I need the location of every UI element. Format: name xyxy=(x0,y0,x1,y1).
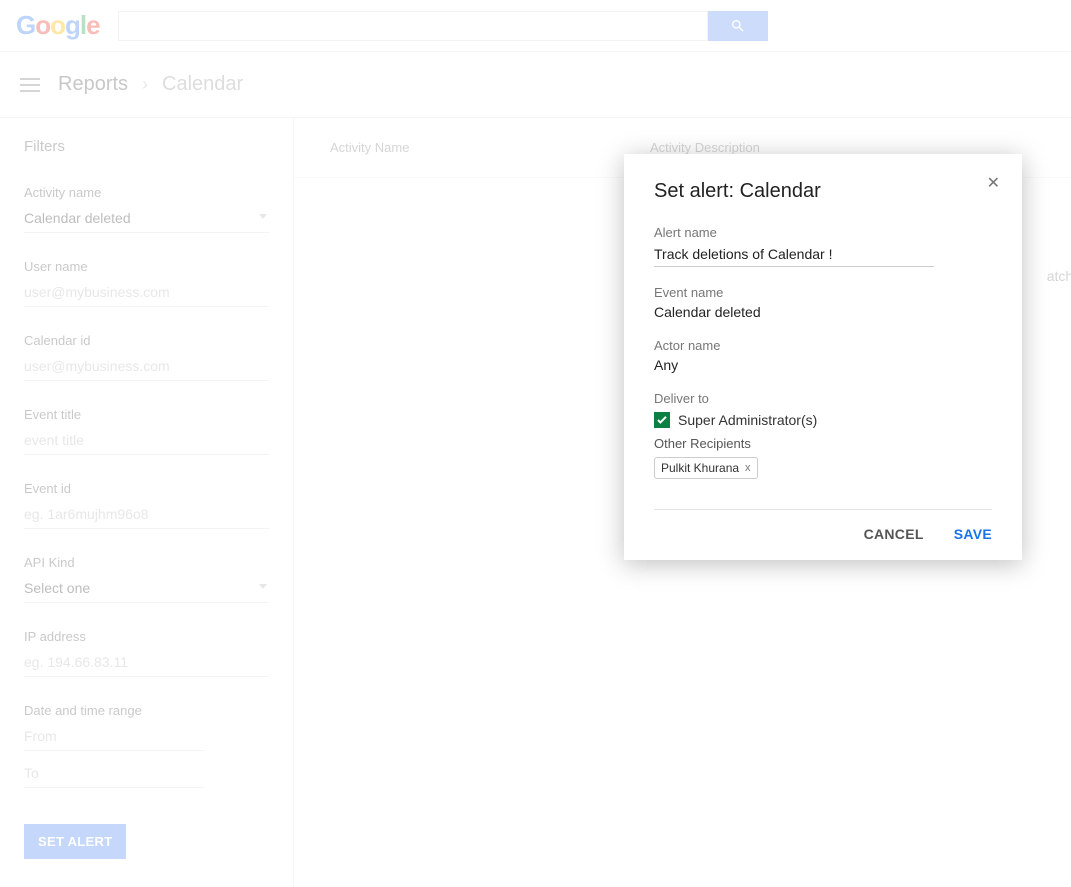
recipient-chip[interactable]: Pulkit Khurana x xyxy=(654,457,758,479)
google-logo: Google xyxy=(16,10,100,41)
event-name-field: Event name Calendar deleted xyxy=(654,285,992,320)
date-range-label: Date and time range xyxy=(24,703,269,718)
user-name-input[interactable] xyxy=(24,280,269,307)
breadcrumb-reports[interactable]: Reports xyxy=(58,73,128,96)
filter-ip: IP address xyxy=(24,629,269,677)
filter-event-title: Event title xyxy=(24,407,269,455)
cancel-button[interactable]: CANCEL xyxy=(864,526,924,542)
chip-remove-icon[interactable]: x xyxy=(745,462,751,474)
dialog-separator xyxy=(654,509,992,510)
filters-title: Filters xyxy=(24,138,269,155)
actor-name-label: Actor name xyxy=(654,338,992,353)
event-name-label: Event name xyxy=(654,285,992,300)
filter-date-range: Date and time range xyxy=(24,703,269,788)
event-title-label: Event title xyxy=(24,407,269,422)
activity-name-select[interactable] xyxy=(24,206,269,233)
calendar-id-input[interactable] xyxy=(24,354,269,381)
close-icon[interactable]: ✕ xyxy=(987,176,1000,192)
dialog-actions: CANCEL SAVE xyxy=(654,526,992,542)
filter-api-kind: API Kind xyxy=(24,555,269,603)
super-admin-checkbox[interactable] xyxy=(654,412,670,428)
filter-user-name: User name xyxy=(24,259,269,307)
breadcrumb-calendar: Calendar xyxy=(162,73,243,96)
save-button[interactable]: SAVE xyxy=(954,526,992,542)
user-name-label: User name xyxy=(24,259,269,274)
chip-text: Pulkit Khurana xyxy=(661,461,739,475)
filter-event-id: Event id xyxy=(24,481,269,529)
dialog-title: Set alert: Calendar xyxy=(654,180,992,203)
api-kind-label: API Kind xyxy=(24,555,269,570)
api-kind-select[interactable] xyxy=(24,576,269,603)
hamburger-icon[interactable] xyxy=(20,78,40,92)
alert-name-label: Alert name xyxy=(654,225,992,240)
calendar-id-label: Calendar id xyxy=(24,333,269,348)
no-results-fragment: atch t xyxy=(1047,268,1071,284)
col-activity-name: Activity Name xyxy=(330,140,650,155)
header-row: Reports › Calendar xyxy=(0,52,1071,118)
actor-name-value: Any xyxy=(654,357,992,373)
topbar: Google xyxy=(0,0,1071,52)
chevron-right-icon: › xyxy=(142,74,148,95)
event-id-input[interactable] xyxy=(24,502,269,529)
ip-input[interactable] xyxy=(24,650,269,677)
ip-label: IP address xyxy=(24,629,269,644)
filters-sidebar: Filters Activity name User name Calendar… xyxy=(0,118,294,887)
filter-activity-name: Activity name xyxy=(24,185,269,233)
actor-name-field: Actor name Any xyxy=(654,338,992,373)
check-icon xyxy=(657,416,667,424)
alert-name-input[interactable] xyxy=(654,244,934,267)
event-title-input[interactable] xyxy=(24,428,269,455)
event-name-value: Calendar deleted xyxy=(654,304,992,320)
activity-name-label: Activity name xyxy=(24,185,269,200)
col-activity-description: Activity Description xyxy=(650,140,760,155)
search-icon xyxy=(730,18,746,34)
date-to-input[interactable] xyxy=(24,761,204,788)
alert-name-field: Alert name xyxy=(654,225,992,267)
event-id-label: Event id xyxy=(24,481,269,496)
search-wrap xyxy=(118,11,768,41)
date-from-input[interactable] xyxy=(24,724,204,751)
set-alert-button[interactable]: SET ALERT xyxy=(24,824,126,859)
super-admin-label: Super Administrator(s) xyxy=(678,412,817,428)
search-input[interactable] xyxy=(118,11,708,41)
set-alert-dialog: ✕ Set alert: Calendar Alert name Event n… xyxy=(624,154,1022,560)
filter-calendar-id: Calendar id xyxy=(24,333,269,381)
deliver-to-field: Deliver to Super Administrator(s) Other … xyxy=(654,391,992,479)
search-button[interactable] xyxy=(708,11,768,41)
deliver-to-label: Deliver to xyxy=(654,391,992,406)
other-recipients-label: Other Recipients xyxy=(654,436,992,451)
